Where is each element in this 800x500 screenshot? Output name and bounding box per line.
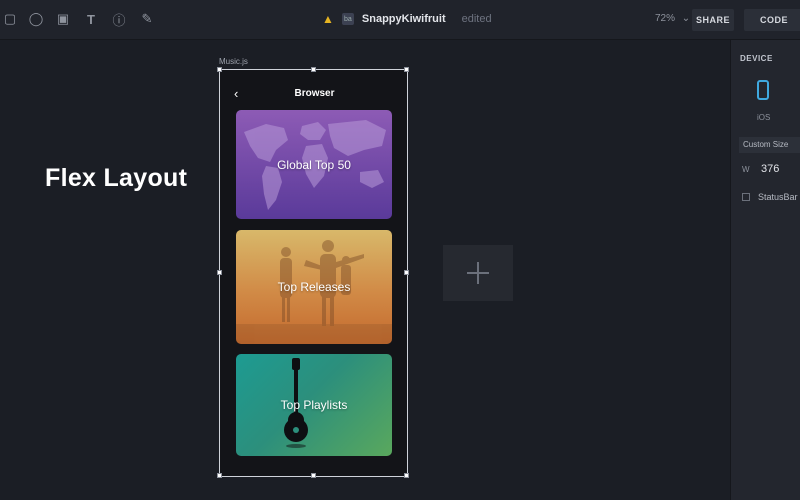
width-input[interactable]: 376 — [761, 163, 779, 175]
card-global-top-50[interactable]: Global Top 50 — [236, 110, 392, 219]
card-label: Global Top 50 — [277, 157, 351, 172]
panel-title: DEVICE — [740, 54, 773, 63]
resize-handle-bottom[interactable] — [311, 473, 316, 478]
screen-title: Browser — [294, 88, 335, 99]
chevron-down-icon: ⌄ — [681, 13, 691, 24]
add-screen-button[interactable] — [443, 245, 513, 301]
code-button[interactable]: CODE — [744, 9, 800, 31]
document-name[interactable]: SnappyKiwifruit — [362, 13, 446, 25]
resize-handle-left[interactable] — [217, 270, 222, 275]
app-icon: ba — [341, 13, 354, 25]
plus-icon — [467, 262, 489, 284]
device-label[interactable]: iOS — [757, 113, 770, 122]
text-tool-icon[interactable]: T — [83, 11, 99, 27]
properties-panel: DEVICE iOS Custom Size W 376 StatusBar — [730, 40, 800, 500]
resize-handle-bottom-left[interactable] — [217, 473, 222, 478]
warning-icon[interactable]: ▲ — [322, 12, 334, 26]
resize-handle-top-right[interactable] — [404, 67, 409, 72]
card-label: Top Playlists — [280, 398, 348, 412]
info-tool-icon[interactable]: ⓘ — [111, 11, 127, 28]
frame-label[interactable]: Music.js — [219, 57, 248, 66]
phone-frame[interactable]: ‹ Browser Global Top 50 Top Releases Top… — [217, 67, 409, 478]
zoom-control[interactable]: 72% ⌄ — [655, 13, 690, 24]
card-top-releases[interactable]: Top Releases — [236, 230, 392, 344]
document-title: ▲ ba SnappyKiwifruit edited — [322, 12, 492, 26]
resize-handle-top-left[interactable] — [217, 67, 222, 72]
resize-handle-top[interactable] — [311, 67, 316, 72]
share-button[interactable]: SHARE — [692, 9, 734, 31]
pen-tool-icon[interactable]: ✎ — [139, 11, 155, 27]
slide-heading: Flex Layout — [45, 164, 188, 192]
document-status: edited — [461, 13, 492, 25]
phone-device-icon[interactable] — [757, 80, 769, 100]
rectangle-tool-icon[interactable]: ▢ — [2, 11, 18, 27]
image-tool-icon[interactable]: ▣ — [55, 11, 71, 27]
resize-handle-bottom-right[interactable] — [404, 473, 409, 478]
card-label: Top Releases — [277, 280, 351, 294]
resize-handle-right[interactable] — [404, 270, 409, 275]
width-label: W — [742, 165, 750, 174]
statusbar-label: StatusBar — [758, 192, 798, 202]
zoom-value: 72% — [655, 13, 676, 24]
size-select[interactable]: Custom Size — [739, 137, 800, 153]
top-toolbar: ▢ ◯ ▣ T ⓘ ✎ ▲ ba SnappyKiwifruit edited … — [0, 0, 800, 40]
statusbar-checkbox[interactable] — [742, 193, 750, 201]
card-top-playlists[interactable]: Top Playlists — [236, 354, 392, 456]
circle-tool-icon[interactable]: ◯ — [28, 11, 44, 27]
